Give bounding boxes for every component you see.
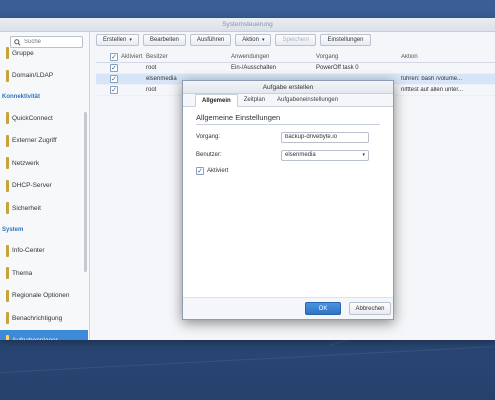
sidebar-item-label: Thema (12, 269, 33, 277)
sidebar-item[interactable]: Netzwerk (0, 152, 88, 175)
sidebar-item-label: QuickConnect (12, 114, 53, 122)
sidebar-item[interactable]: Regionale Optionen (0, 285, 88, 308)
chevron-down-icon: ▾ (362, 152, 365, 158)
cell-owner: root (146, 65, 157, 71)
sidebar-item-icon (6, 267, 9, 280)
header-action[interactable]: Aktion (401, 54, 491, 60)
dialog-body: Allgemeine Einstellungen Vorgang: Benutz… (183, 107, 393, 181)
sidebar-item-label: Regionale Optionen (12, 292, 70, 300)
cell-enabled: ✓ (96, 75, 146, 83)
sidebar-item-label: Aufgabenplaner (12, 337, 58, 340)
task-row: Vorgang: (196, 131, 380, 143)
ok-button[interactable]: OK (305, 302, 341, 315)
sidebar-item[interactable]: Domain/LDAP (0, 65, 88, 88)
create-button[interactable]: Erstellen ▾ (96, 34, 139, 46)
tab-general[interactable]: Allgemein (195, 94, 238, 107)
header-enabled: Aktiviert (121, 54, 143, 60)
sidebar-item-icon (6, 334, 9, 340)
sidebar-item[interactable]: Benachrichtigung (0, 307, 88, 330)
sidebar-section: System (2, 226, 24, 233)
action-button[interactable]: Aktion ▾ (235, 34, 272, 46)
user-select[interactable]: elsenmedia ▾ (281, 149, 369, 161)
sidebar-section: Konnektivität (2, 94, 41, 100)
user-label: Benutzer: (196, 152, 222, 158)
sidebar-item-icon (6, 134, 9, 147)
cancel-button[interactable]: Abbrechen (349, 302, 391, 315)
dialog-title: Aufgabe erstellen (183, 81, 393, 94)
row-enabled-checkbox[interactable]: ✓ (110, 75, 118, 83)
sidebar-item-icon (6, 289, 9, 302)
sidebar-item-icon (6, 179, 9, 192)
sidebar-scrollbar[interactable] (84, 112, 87, 272)
edit-button[interactable]: Bearbeiten (142, 34, 186, 46)
enabled-label: Aktiviert (207, 168, 229, 174)
sidebar-item-icon (6, 202, 9, 215)
sidebar-item-label: Domain/LDAP (12, 72, 54, 80)
action-label: Aktion (242, 37, 259, 43)
user-row: Benutzer: elsenmedia ▾ (196, 149, 380, 161)
sidebar-item[interactable]: Thema (0, 262, 88, 285)
desktop-decoration (0, 346, 495, 373)
tab-schedule[interactable]: Zeitplan (238, 94, 271, 106)
enabled-row: ✓ Aktiviert (196, 167, 380, 175)
settings-button[interactable]: Einstellungen (320, 34, 371, 46)
run-button[interactable]: Ausführen (189, 34, 232, 46)
cell-app: Ein-/Ausschalten (231, 65, 277, 71)
sidebar-item-label: Benachrichtigung (12, 314, 63, 322)
header-process[interactable]: Vorgang (316, 54, 401, 60)
select-all-checkbox[interactable]: ✓ (110, 53, 118, 61)
sidebar-item[interactable]: QuickConnect (0, 107, 88, 130)
sidebar-item-icon (6, 69, 9, 82)
sidebar-item-label: Gruppe (12, 49, 34, 57)
sidebar-item-icon (6, 47, 9, 60)
table-row[interactable]: ✓ root Ein-/Ausschalten PowerOff task 0 (96, 63, 495, 74)
sidebar-item-label: Netzwerk (12, 159, 40, 167)
tab-task-settings[interactable]: Aufgabeneinstellungen (271, 94, 344, 106)
sidebar-nav: Gruppe Domain/LDAP Konnektivität QuickConne… (0, 42, 88, 340)
toolbar: Erstellen ▾ Bearbeiten Ausführen Aktion ▾ … (96, 34, 371, 48)
sidebar: Gruppe Domain/LDAP Konnektivität QuickConne… (0, 32, 90, 340)
dialog-footer: OK Abbrechen (183, 297, 393, 319)
create-label: Erstellen (103, 37, 127, 43)
header-owner[interactable]: Besitzer (146, 54, 231, 60)
user-value: elsenmedia (285, 152, 316, 158)
sidebar-item[interactable]: Externer Zugriff (0, 130, 88, 153)
chevron-down-icon: ▾ (129, 37, 132, 43)
enabled-checkbox[interactable]: ✓ (196, 167, 204, 175)
sidebar-item-label: DHCP-Server (12, 182, 52, 190)
cell-action: nifttest auf allen unter... (401, 87, 464, 93)
header-application[interactable]: Anwendungen (231, 54, 316, 60)
sidebar-item-label: Sicherheit (12, 204, 41, 212)
sidebar-item-icon (6, 312, 9, 325)
task-input[interactable] (281, 131, 369, 143)
sidebar-item[interactable]: Aufgabenplaner (0, 329, 88, 340)
cell-enabled: ✓ (96, 64, 146, 72)
sidebar-item-icon (6, 112, 9, 125)
create-task-dialog: Aufgabe erstellen Allgemein Zeitplan Auf… (182, 80, 394, 320)
sidebar-item[interactable]: Sicherheit (0, 197, 88, 220)
section-title: Allgemeine Einstellungen (196, 113, 380, 125)
row-enabled-checkbox[interactable]: ✓ (110, 64, 118, 72)
sidebar-item-label: Externer Zugriff (12, 137, 57, 145)
sidebar-item-icon (6, 244, 9, 257)
cell-process: PowerOff task 0 (316, 65, 359, 71)
cell-enabled: ✓ (96, 86, 146, 94)
sidebar-item[interactable]: DHCP-Server (0, 175, 88, 198)
cell-action: führen: bash /volume... (401, 76, 463, 82)
save-button[interactable]: Speichern (275, 34, 317, 46)
window-title: Systemsteuerung (0, 18, 495, 32)
sidebar-item[interactable]: Info-Center (0, 240, 88, 263)
sidebar-item-label: Info-Center (12, 247, 45, 255)
dialog-tabs: Allgemein Zeitplan Aufgabeneinstellungen (183, 94, 393, 107)
sidebar-item-icon (6, 157, 9, 170)
chevron-down-icon: ▾ (261, 37, 265, 43)
row-enabled-checkbox[interactable]: ✓ (110, 86, 118, 94)
task-label: Vorgang: (196, 134, 221, 140)
table-header: ✓ Aktiviert Besitzer Anwendungen Vorgang … (96, 52, 495, 63)
sidebar-item[interactable]: Gruppe (0, 42, 88, 65)
